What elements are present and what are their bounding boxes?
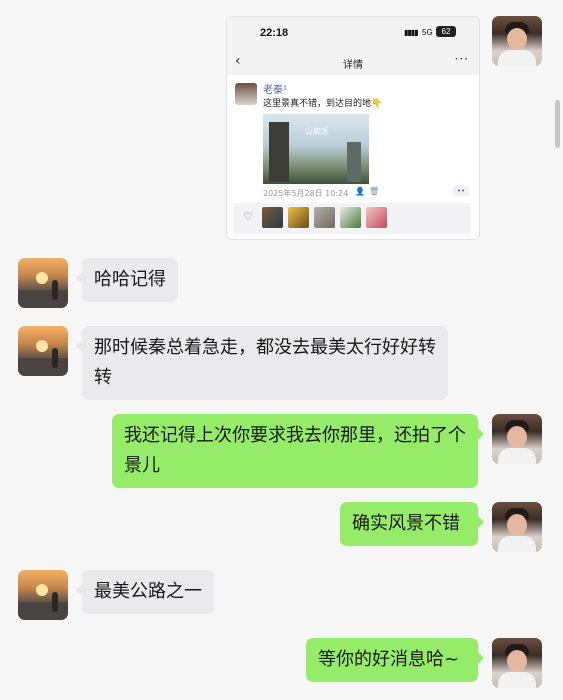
comment-more-icon: •• xyxy=(453,186,469,196)
photo-building xyxy=(269,122,289,182)
heart-icon: ♡ xyxy=(243,210,253,223)
photo-building-2 xyxy=(347,142,361,182)
like-avatar xyxy=(262,207,283,228)
signal-icon: ▮▮▮▮ xyxy=(404,28,419,37)
scrollbar[interactable] xyxy=(555,100,560,148)
post-timestamp: 2025年5月28日 10:24 xyxy=(263,189,349,198)
my-avatar[interactable] xyxy=(492,16,542,66)
post-text: 这里景真不错，到达目的地👇 xyxy=(263,99,383,109)
message-bubble-incoming[interactable]: 那时候秦总着急走，都没去最美太行好好转转 xyxy=(76,326,448,400)
detail-nav-bar: ‹ 详情 ··· xyxy=(227,51,479,75)
contact-avatar[interactable] xyxy=(18,326,68,376)
detail-title: 详情 xyxy=(343,60,363,71)
contact-avatar[interactable] xyxy=(18,570,68,620)
delete-icon: 🗑 xyxy=(369,187,380,196)
post-photo: 山和乐 xyxy=(263,114,369,184)
visibility-icon: 👤 xyxy=(355,187,365,196)
my-avatar[interactable] xyxy=(492,638,542,688)
status-time: 22:18 xyxy=(260,27,289,39)
my-avatar[interactable] xyxy=(492,414,542,464)
message-bubble-incoming[interactable]: 最美公路之一 xyxy=(76,570,214,614)
battery-icon: 62 xyxy=(436,26,456,37)
photo-caption: 山和乐 xyxy=(305,127,329,136)
like-avatar xyxy=(366,207,387,228)
shared-screenshot-message[interactable]: 22:18 ▮▮▮▮ 5G 62 ‹ 详情 ··· 老秦¹ 这里景真不错，到达目… xyxy=(226,16,480,240)
post-author-name: 老秦¹ xyxy=(263,85,288,96)
likes-bar: ♡ xyxy=(233,203,471,234)
message-bubble-outgoing[interactable]: 等你的好消息哈~ xyxy=(306,638,484,682)
my-avatar[interactable] xyxy=(492,502,542,552)
phone-status-bar: 22:18 ▮▮▮▮ 5G 62 xyxy=(227,17,479,51)
post-author-avatar xyxy=(235,83,257,105)
contact-avatar[interactable] xyxy=(18,258,68,308)
message-bubble-outgoing[interactable]: 确实风景不错 xyxy=(340,502,484,546)
like-avatar xyxy=(340,207,361,228)
like-avatar xyxy=(288,207,309,228)
message-bubble-incoming[interactable]: 哈哈记得 xyxy=(76,258,178,302)
message-bubble-outgoing[interactable]: 我还记得上次你要求我去你那里，还拍了个景儿 xyxy=(112,414,484,488)
more-icon: ··· xyxy=(454,52,469,66)
network-label: 5G xyxy=(422,28,433,37)
like-avatar xyxy=(314,207,335,228)
